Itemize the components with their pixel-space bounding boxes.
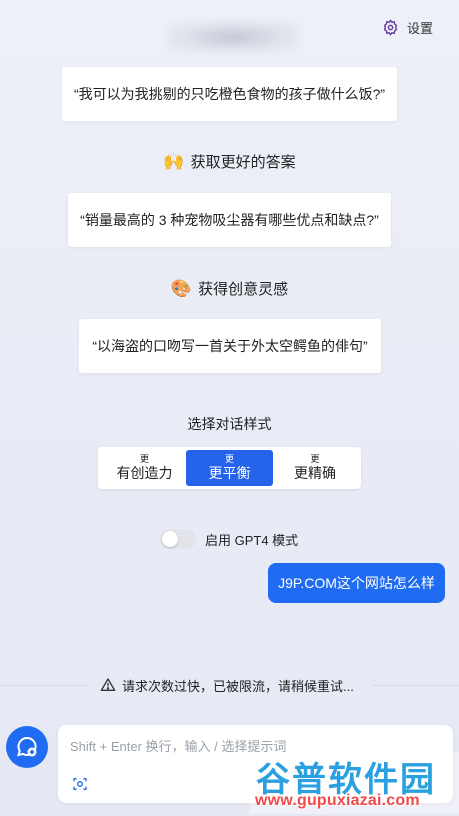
example-prompt-text: “以海盗的口吻写一首关于外太空鳄鱼的俳句” <box>92 338 368 354</box>
raised-hands-icon: 🙌 <box>163 151 185 172</box>
section-title: 获得创意灵感 <box>198 281 289 298</box>
gpt4-mode-label: 启用 GPT4 模式 <box>205 532 299 548</box>
style-option-prefix: 更 <box>310 454 320 464</box>
rate-limit-warning: 请求次数过快，已被限流，请稍候重试... <box>100 676 354 694</box>
gpt4-mode-row: 启用 GPT4 模式 <box>160 529 298 549</box>
style-option-prefix: 更 <box>224 454 234 464</box>
new-chat-icon <box>17 736 37 757</box>
new-chat-button[interactable] <box>6 726 48 768</box>
style-option-label: 更精确 <box>294 465 336 481</box>
style-option-creative[interactable]: 更 有创造力 <box>102 450 187 486</box>
warning-text: 请求次数过快，已被限流，请稍候重试... <box>122 678 354 694</box>
divider <box>372 685 459 686</box>
style-option-label: 更平衡 <box>208 465 251 481</box>
divider <box>0 685 88 686</box>
gear-icon <box>383 18 398 36</box>
example-prompt-card-2[interactable]: “销量最高的 3 种宠物吸尘器有哪些优点和缺点?” <box>68 193 391 247</box>
palette-icon: 🎨 <box>170 278 193 299</box>
example-prompt-text: “我可以为我挑剔的只吃橙色食物的孩子做什么饭?” <box>73 86 386 102</box>
example-prompt-card-3[interactable]: “以海盗的口吻写一首关于外太空鳄鱼的俳句” <box>79 319 381 373</box>
toggle-knob <box>162 531 178 547</box>
user-message-bubble: J9P.COM这个网站怎么样 <box>268 563 445 603</box>
example-prompt-card-1[interactable]: “我可以为我挑剔的只吃橙色食物的孩子做什么饭?” <box>62 67 397 121</box>
blurred-title <box>168 22 298 52</box>
section-creative-inspiration: 🎨 获得创意灵感 <box>0 278 459 299</box>
watermark-url: www.gupuxiazai.com <box>255 792 420 809</box>
conversation-style-label: 选择对话样式 <box>187 416 272 432</box>
example-prompt-text: “销量最高的 3 种宠物吸尘器有哪些优点和缺点?” <box>80 212 379 228</box>
style-option-balanced[interactable]: 更 更平衡 <box>186 450 273 486</box>
style-option-prefix: 更 <box>139 454 149 464</box>
section-better-answers: 🙌 获取更好的答案 <box>0 151 459 172</box>
user-message-text: J9P.COM这个网站怎么样 <box>278 575 435 591</box>
settings-button[interactable]: 设置 <box>382 17 433 37</box>
settings-label: 设置 <box>406 20 433 36</box>
gpt4-mode-toggle[interactable] <box>160 529 196 549</box>
style-option-label: 有创造力 <box>116 465 173 481</box>
section-title: 获取更好的答案 <box>190 154 296 171</box>
style-option-precise[interactable]: 更 更精确 <box>273 450 357 486</box>
conversation-style-selector: 更 有创造力 更 更平衡 更 更精确 <box>98 447 361 489</box>
scan-icon[interactable] <box>72 776 88 792</box>
warning-icon <box>100 678 116 691</box>
